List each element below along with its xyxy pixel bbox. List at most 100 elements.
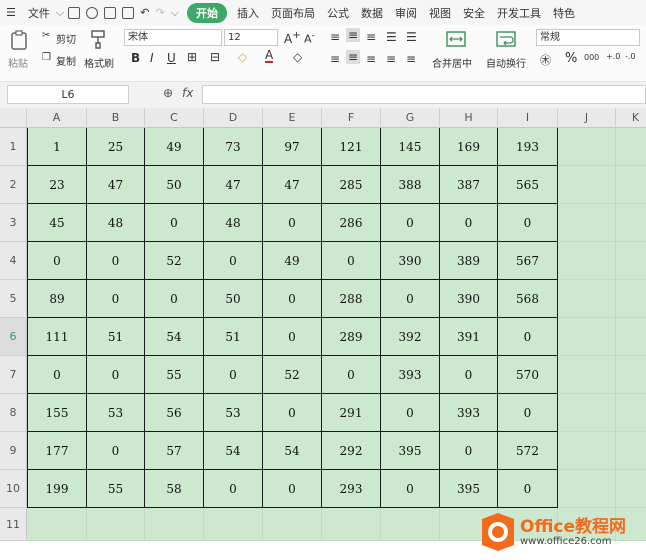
cell-g6[interactable]: 392 [381, 318, 440, 356]
cell-a1[interactable]: 1 [27, 128, 87, 166]
cell-g3[interactable]: 0 [381, 204, 440, 242]
paste-label[interactable]: 粘贴 [8, 55, 28, 70]
cell-c6[interactable]: 54 [145, 318, 204, 356]
cell-b7[interactable]: 0 [87, 356, 145, 394]
cell-i3[interactable]: 0 [498, 204, 558, 242]
indent-icon[interactable]: ☰ [386, 30, 397, 44]
cell-k7[interactable] [616, 356, 646, 394]
column-header-i[interactable]: I [498, 108, 558, 128]
cell-i7[interactable]: 570 [498, 356, 558, 394]
cell-e5[interactable]: 0 [263, 280, 322, 318]
cell-k4[interactable] [616, 242, 646, 280]
bold-icon[interactable]: B [131, 51, 140, 65]
cell-g5[interactable]: 0 [381, 280, 440, 318]
cell-j2[interactable] [558, 166, 616, 204]
cell-b9[interactable]: 0 [87, 432, 145, 470]
column-header-c[interactable]: C [145, 108, 204, 128]
paste-icon[interactable] [10, 30, 28, 50]
cell-b4[interactable]: 0 [87, 242, 145, 280]
row-header-1[interactable]: 1 [0, 128, 27, 166]
cell-a11[interactable] [27, 508, 87, 541]
outdent-icon[interactable]: ☰ [406, 30, 417, 44]
hamburger-icon[interactable]: ☰ [0, 6, 22, 19]
column-header-k[interactable]: K [616, 108, 646, 128]
cell-j3[interactable] [558, 204, 616, 242]
column-header-h[interactable]: H [440, 108, 498, 128]
column-header-g[interactable]: G [381, 108, 440, 128]
cell-a2[interactable]: 23 [27, 166, 87, 204]
cell-j10[interactable] [558, 470, 616, 508]
cell-e7[interactable]: 52 [263, 356, 322, 394]
justify-icon[interactable]: ≡ [386, 52, 396, 66]
cell-b1[interactable]: 25 [87, 128, 145, 166]
redo-icon[interactable]: ↷ [155, 6, 164, 19]
cell-b6[interactable]: 51 [87, 318, 145, 356]
cell-i2[interactable]: 565 [498, 166, 558, 204]
cell-f4[interactable]: 0 [322, 242, 381, 280]
cell-e3[interactable]: 0 [263, 204, 322, 242]
tab-security[interactable]: 安全 [457, 5, 491, 21]
row-header-8[interactable]: 8 [0, 394, 27, 432]
cell-f10[interactable]: 293 [322, 470, 381, 508]
cell-a3[interactable]: 45 [27, 204, 87, 242]
customize-icon[interactable]: ⌵ [171, 6, 179, 20]
cell-k6[interactable] [616, 318, 646, 356]
cell-g4[interactable]: 390 [381, 242, 440, 280]
cell-d1[interactable]: 73 [204, 128, 263, 166]
column-header-d[interactable]: D [204, 108, 263, 128]
row-header-5[interactable]: 5 [0, 280, 27, 318]
cell-a4[interactable]: 0 [27, 242, 87, 280]
cell-d3[interactable]: 48 [204, 204, 263, 242]
tab-home[interactable]: 开始 [187, 2, 227, 23]
cell-e10[interactable]: 0 [263, 470, 322, 508]
cell-j4[interactable] [558, 242, 616, 280]
column-header-f[interactable]: F [322, 108, 381, 128]
cell-k9[interactable] [616, 432, 646, 470]
column-header-a[interactable]: A [27, 108, 87, 128]
thousands-button[interactable]: 000 [584, 53, 599, 62]
row-header-2[interactable]: 2 [0, 166, 27, 204]
name-box[interactable]: L6 [7, 85, 129, 104]
select-all-corner[interactable] [0, 108, 27, 128]
align-right-icon[interactable]: ≡ [366, 52, 376, 66]
cell-j9[interactable] [558, 432, 616, 470]
cell-h6[interactable]: 391 [440, 318, 498, 356]
align-center-icon[interactable]: ≡ [346, 50, 361, 64]
cell-d8[interactable]: 53 [204, 394, 263, 432]
cell-k5[interactable] [616, 280, 646, 318]
cell-h8[interactable]: 393 [440, 394, 498, 432]
cell-i5[interactable]: 568 [498, 280, 558, 318]
cell-f3[interactable]: 286 [322, 204, 381, 242]
cell-c2[interactable]: 50 [145, 166, 204, 204]
tab-page-layout[interactable]: 页面布局 [265, 5, 321, 21]
row-header-11[interactable]: 11 [0, 508, 27, 541]
cell-g7[interactable]: 393 [381, 356, 440, 394]
row-header-6[interactable]: 6 [0, 318, 27, 356]
cell-g2[interactable]: 388 [381, 166, 440, 204]
cell-h4[interactable]: 389 [440, 242, 498, 280]
cell-f1[interactable]: 121 [322, 128, 381, 166]
decrease-decimal-icon[interactable]: -.0 [625, 52, 636, 61]
tab-formulas[interactable]: 公式 [321, 5, 355, 21]
currency-icon[interactable]: ㊍ [540, 52, 551, 68]
export-icon[interactable] [86, 6, 99, 19]
cell-g1[interactable]: 145 [381, 128, 440, 166]
print-preview-icon[interactable] [122, 6, 135, 19]
cut-button[interactable]: 剪切 [56, 31, 76, 46]
tab-insert[interactable]: 插入 [231, 5, 265, 21]
cell-a8[interactable]: 155 [27, 394, 87, 432]
align-left-icon[interactable]: ≡ [330, 52, 340, 66]
cell-c9[interactable]: 57 [145, 432, 204, 470]
align-top-icon[interactable]: ≡ [330, 30, 340, 44]
cell-i1[interactable]: 193 [498, 128, 558, 166]
cell-d7[interactable]: 0 [204, 356, 263, 394]
cell-c4[interactable]: 52 [145, 242, 204, 280]
column-header-b[interactable]: B [87, 108, 145, 128]
undo-icon[interactable]: ↶ [140, 6, 149, 19]
fx-icon[interactable]: fx [182, 86, 193, 100]
cell-h3[interactable]: 0 [440, 204, 498, 242]
cell-e9[interactable]: 54 [263, 432, 322, 470]
save-icon[interactable] [68, 6, 81, 19]
copy-icon[interactable]: ❐ [42, 52, 51, 63]
cell-k2[interactable] [616, 166, 646, 204]
